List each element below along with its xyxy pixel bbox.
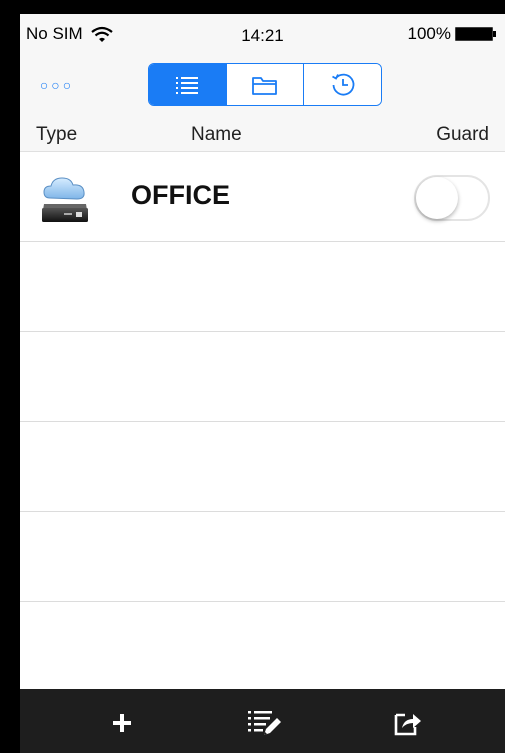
edit-list-icon — [248, 711, 281, 735]
column-header-type: Type — [36, 124, 78, 145]
share-button[interactable] — [388, 705, 428, 741]
plus-icon — [113, 714, 131, 732]
battery-label: 100% — [407, 24, 451, 43]
segment-folder[interactable] — [226, 64, 305, 105]
battery-icon — [455, 27, 496, 41]
empty-row — [20, 602, 505, 692]
folder-icon — [252, 76, 277, 95]
list-icon — [176, 76, 199, 94]
edit-list-button[interactable] — [244, 705, 284, 741]
column-header-guard: Guard — [436, 124, 489, 145]
cloud-server-icon — [42, 177, 88, 222]
add-device-button[interactable] — [102, 705, 142, 741]
view-segmented-control — [148, 63, 382, 106]
battery-status: 100% — [408, 24, 497, 44]
guard-toggle-knob — [416, 177, 458, 219]
empty-row — [20, 422, 505, 512]
guard-toggle[interactable] — [414, 175, 490, 221]
table-header: Type Name Guard — [20, 119, 505, 152]
segment-history[interactable] — [304, 64, 381, 105]
device-list: OFFICE — [20, 152, 505, 692]
more-button[interactable]: ○○○ — [32, 72, 82, 98]
share-icon — [394, 713, 421, 736]
device-row[interactable]: OFFICE — [20, 152, 505, 242]
column-header-name: Name — [191, 124, 242, 145]
status-bar: No SIM 14:21 100% — [20, 14, 505, 54]
empty-row — [20, 512, 505, 602]
device-frame: No SIM 14:21 100% ○○○ Type Name Guard OF… — [0, 0, 505, 753]
empty-row — [20, 242, 505, 332]
bottom-toolbar — [20, 689, 505, 753]
empty-row — [20, 332, 505, 422]
device-name: OFFICE — [131, 180, 230, 210]
segment-list[interactable] — [149, 64, 227, 105]
nav-bar: ○○○ — [20, 54, 505, 119]
history-clock-icon — [331, 73, 355, 96]
app-screen: No SIM 14:21 100% ○○○ Type Name Guard OF… — [20, 14, 505, 753]
